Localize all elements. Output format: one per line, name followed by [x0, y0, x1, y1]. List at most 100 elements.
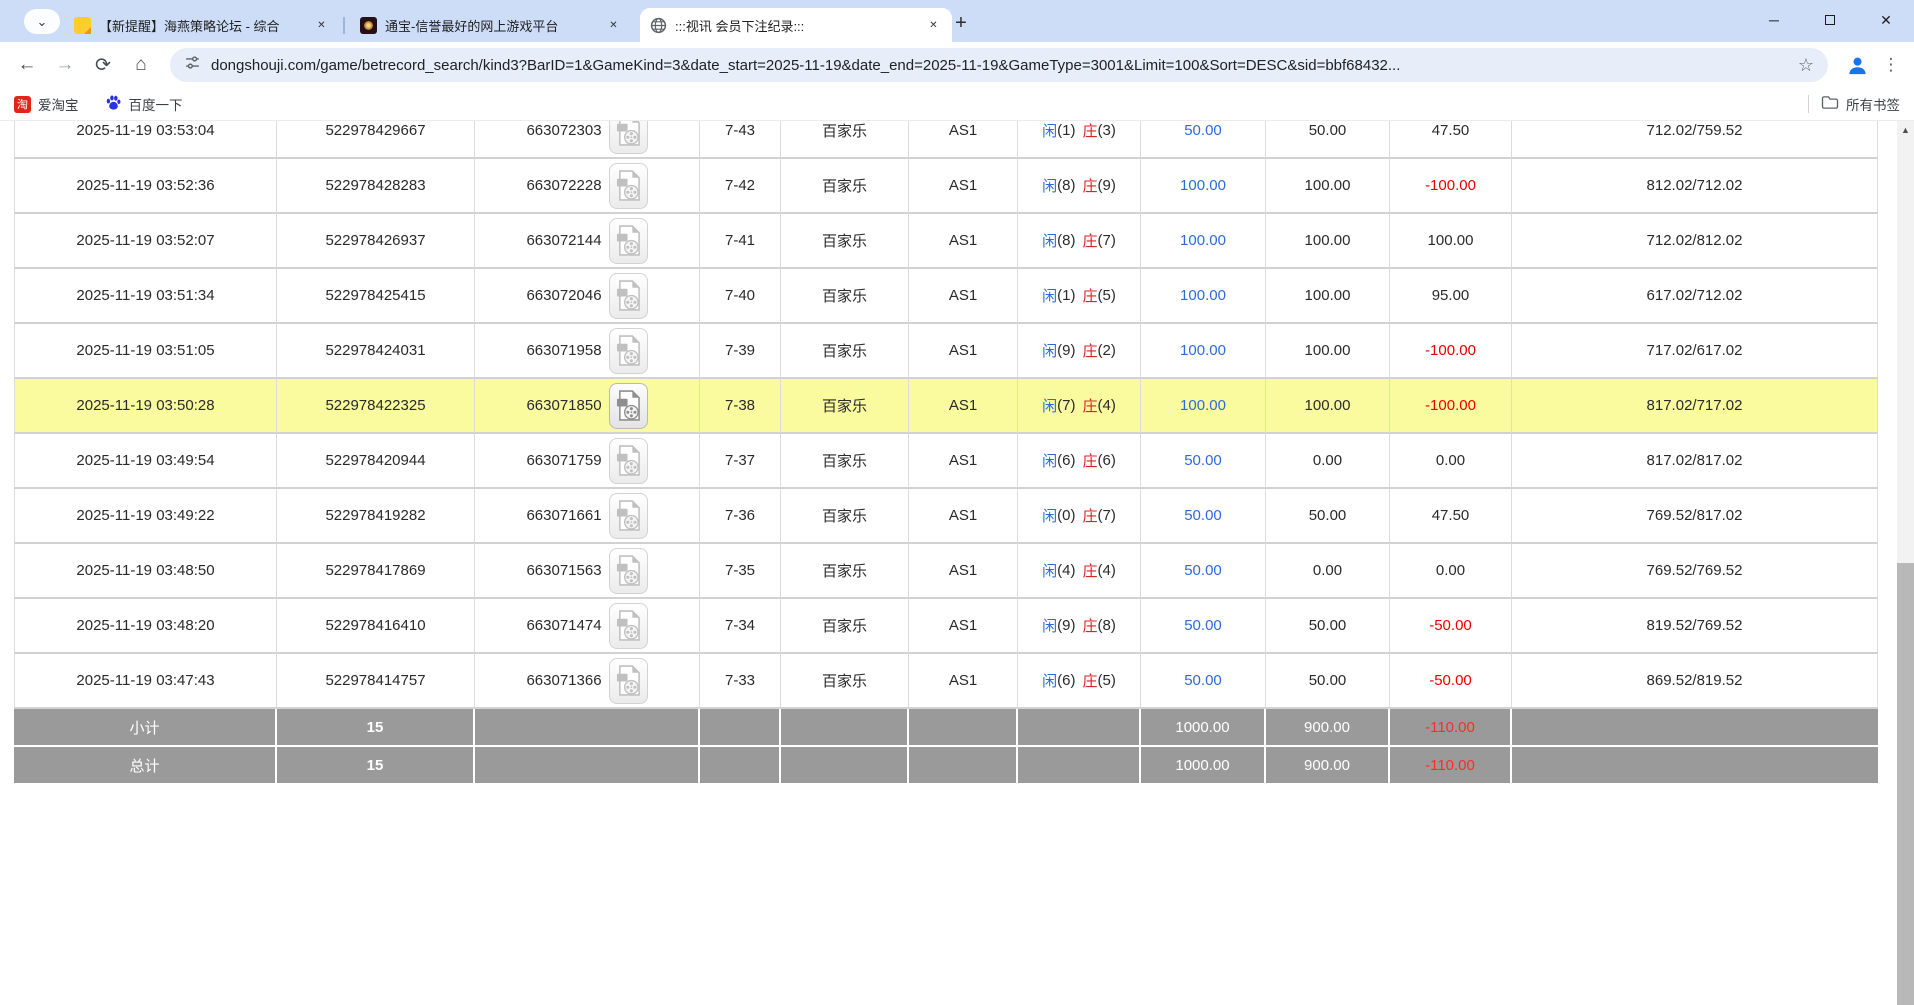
- bookmark-baidu[interactable]: 百度一下: [105, 94, 183, 114]
- valid-amount: 50.00: [1266, 489, 1390, 544]
- close-icon[interactable]: ✕: [313, 17, 330, 34]
- back-button[interactable]: ←: [8, 47, 46, 83]
- table-row[interactable]: 2025-11-19 03:52:36 522978428283 6630722…: [14, 159, 1878, 214]
- bet-amount-link[interactable]: 100.00: [1141, 379, 1266, 434]
- browser-menu-icon[interactable]: ⋮: [1876, 47, 1906, 83]
- result-cell: 闲(1) 庄(3): [1018, 121, 1141, 159]
- game-name: 百家乐: [781, 121, 909, 159]
- video-replay-button[interactable]: [609, 493, 648, 539]
- table-row[interactable]: 2025-11-19 03:50:28 522978422325 6630718…: [14, 379, 1878, 434]
- table-row[interactable]: 2025-11-19 03:52:07 522978426937 6630721…: [14, 214, 1878, 269]
- chevron-down-icon: ⌄: [37, 14, 48, 30]
- zhuang-label: 庄: [1083, 615, 1098, 636]
- xian-label: 闲: [1042, 395, 1057, 416]
- zhuang-count: (4): [1098, 562, 1116, 579]
- bookmark-star-icon[interactable]: ☆: [1798, 55, 1814, 76]
- bet-amount-link[interactable]: 50.00: [1141, 121, 1266, 159]
- tab-search-button[interactable]: ⌄: [24, 9, 60, 34]
- video-replay-button[interactable]: [609, 658, 648, 704]
- round-number: 663072303: [526, 122, 601, 139]
- empty-cell: [1018, 747, 1141, 785]
- bet-id: 522978422325: [277, 379, 475, 434]
- vertical-scrollbar[interactable]: ▲: [1897, 121, 1914, 1005]
- close-icon[interactable]: ✕: [605, 17, 622, 34]
- bet-time: 2025-11-19 03:53:04: [14, 121, 277, 159]
- round-cell: 663071474: [475, 599, 700, 654]
- table-row[interactable]: 2025-11-19 03:51:34 522978425415 6630720…: [14, 269, 1878, 324]
- table-row[interactable]: 2025-11-19 03:49:22 522978419282 6630716…: [14, 489, 1878, 544]
- table-row[interactable]: 2025-11-19 03:49:54 522978420944 6630717…: [14, 434, 1878, 489]
- table-number: 7-38: [700, 379, 781, 434]
- table-row[interactable]: 2025-11-19 03:53:04 522978429667 6630723…: [14, 121, 1878, 159]
- table-row[interactable]: 2025-11-19 03:47:43 522978414757 6630713…: [14, 654, 1878, 709]
- video-replay-button[interactable]: [609, 548, 648, 594]
- valid-amount: 0.00: [1266, 544, 1390, 599]
- home-button[interactable]: ⌂: [122, 47, 160, 83]
- url-text[interactable]: dongshouji.com/game/betrecord_search/kin…: [211, 57, 1788, 74]
- empty-cell: [781, 747, 909, 785]
- round-number: 663071850: [526, 397, 601, 414]
- tab-bet-records-active[interactable]: :::视讯 会员下注纪录::: ✕: [640, 8, 952, 42]
- tab-forum[interactable]: 【新提醒】海燕策略论坛 - 综合 ✕: [64, 8, 340, 42]
- close-icon[interactable]: ✕: [925, 17, 942, 34]
- video-replay-button[interactable]: [609, 438, 648, 484]
- bet-amount-link[interactable]: 100.00: [1141, 324, 1266, 379]
- address-bar[interactable]: dongshouji.com/game/betrecord_search/kin…: [170, 48, 1828, 82]
- round-cell: 663071850: [475, 379, 700, 434]
- bookmarks-bar: 淘 爱淘宝 百度一下 所有书签: [0, 88, 1914, 121]
- all-bookmarks-label: 所有书签: [1846, 94, 1900, 114]
- result-cell: 闲(8) 庄(7): [1018, 214, 1141, 269]
- table-row[interactable]: 2025-11-19 03:51:05 522978424031 6630719…: [14, 324, 1878, 379]
- xian-count: (6): [1057, 672, 1075, 689]
- bet-amount-link[interactable]: 50.00: [1141, 434, 1266, 489]
- profile-avatar[interactable]: [1838, 47, 1876, 83]
- reload-button[interactable]: ⟳: [84, 47, 122, 83]
- game-name: 百家乐: [781, 214, 909, 269]
- video-replay-button[interactable]: [609, 383, 648, 429]
- win-loss: -100.00: [1390, 379, 1512, 434]
- bet-amount-link[interactable]: 50.00: [1141, 489, 1266, 544]
- empty-cell: [475, 709, 700, 747]
- scroll-up-icon[interactable]: ▲: [1897, 121, 1914, 138]
- round-number: 663072046: [526, 287, 601, 304]
- zhuang-label: 庄: [1083, 340, 1098, 361]
- forward-button[interactable]: →: [46, 47, 84, 83]
- maximize-button[interactable]: [1802, 0, 1858, 40]
- bet-time: 2025-11-19 03:49:22: [14, 489, 277, 544]
- bet-amount-link[interactable]: 50.00: [1141, 544, 1266, 599]
- game-name: 百家乐: [781, 324, 909, 379]
- video-replay-button[interactable]: [609, 328, 648, 374]
- empty-cell: [909, 709, 1018, 747]
- balance: 817.02/817.02: [1512, 434, 1878, 489]
- tab-tongbao[interactable]: 通宝-信誉最好的网上游戏平台 ✕: [350, 8, 632, 42]
- bet-amount-link[interactable]: 100.00: [1141, 159, 1266, 214]
- game-name: 百家乐: [781, 654, 909, 709]
- balance: 712.02/812.02: [1512, 214, 1878, 269]
- round-cell: 663071661: [475, 489, 700, 544]
- bet-amount-link[interactable]: 100.00: [1141, 214, 1266, 269]
- bet-amount-link[interactable]: 50.00: [1141, 654, 1266, 709]
- zhuang-label: 庄: [1083, 560, 1098, 581]
- video-replay-button[interactable]: [609, 273, 648, 319]
- scrollbar-thumb[interactable]: [1897, 563, 1914, 1005]
- account-name: AS1: [909, 434, 1018, 489]
- video-replay-button[interactable]: [609, 163, 648, 209]
- table-row[interactable]: 2025-11-19 03:48:50 522978417869 6630715…: [14, 544, 1878, 599]
- bookmark-taobao[interactable]: 淘 爱淘宝: [14, 94, 79, 114]
- bet-amount-link[interactable]: 50.00: [1141, 599, 1266, 654]
- all-bookmarks-button[interactable]: 所有书签: [1821, 94, 1900, 114]
- video-replay-button[interactable]: [609, 218, 648, 264]
- subtotal-label: 小计: [14, 709, 277, 747]
- new-tab-button[interactable]: +: [948, 10, 974, 36]
- bet-amount-link[interactable]: 100.00: [1141, 269, 1266, 324]
- total-count: 15: [277, 747, 475, 785]
- video-replay-button[interactable]: [609, 603, 648, 649]
- close-window-button[interactable]: ✕: [1858, 0, 1914, 40]
- maximize-icon: [1825, 15, 1835, 25]
- valid-amount: 50.00: [1266, 599, 1390, 654]
- video-replay-button[interactable]: [609, 121, 648, 154]
- table-row[interactable]: 2025-11-19 03:48:20 522978416410 6630714…: [14, 599, 1878, 654]
- tune-icon[interactable]: [184, 54, 201, 76]
- account-name: AS1: [909, 379, 1018, 434]
- minimize-button[interactable]: ─: [1746, 0, 1802, 40]
